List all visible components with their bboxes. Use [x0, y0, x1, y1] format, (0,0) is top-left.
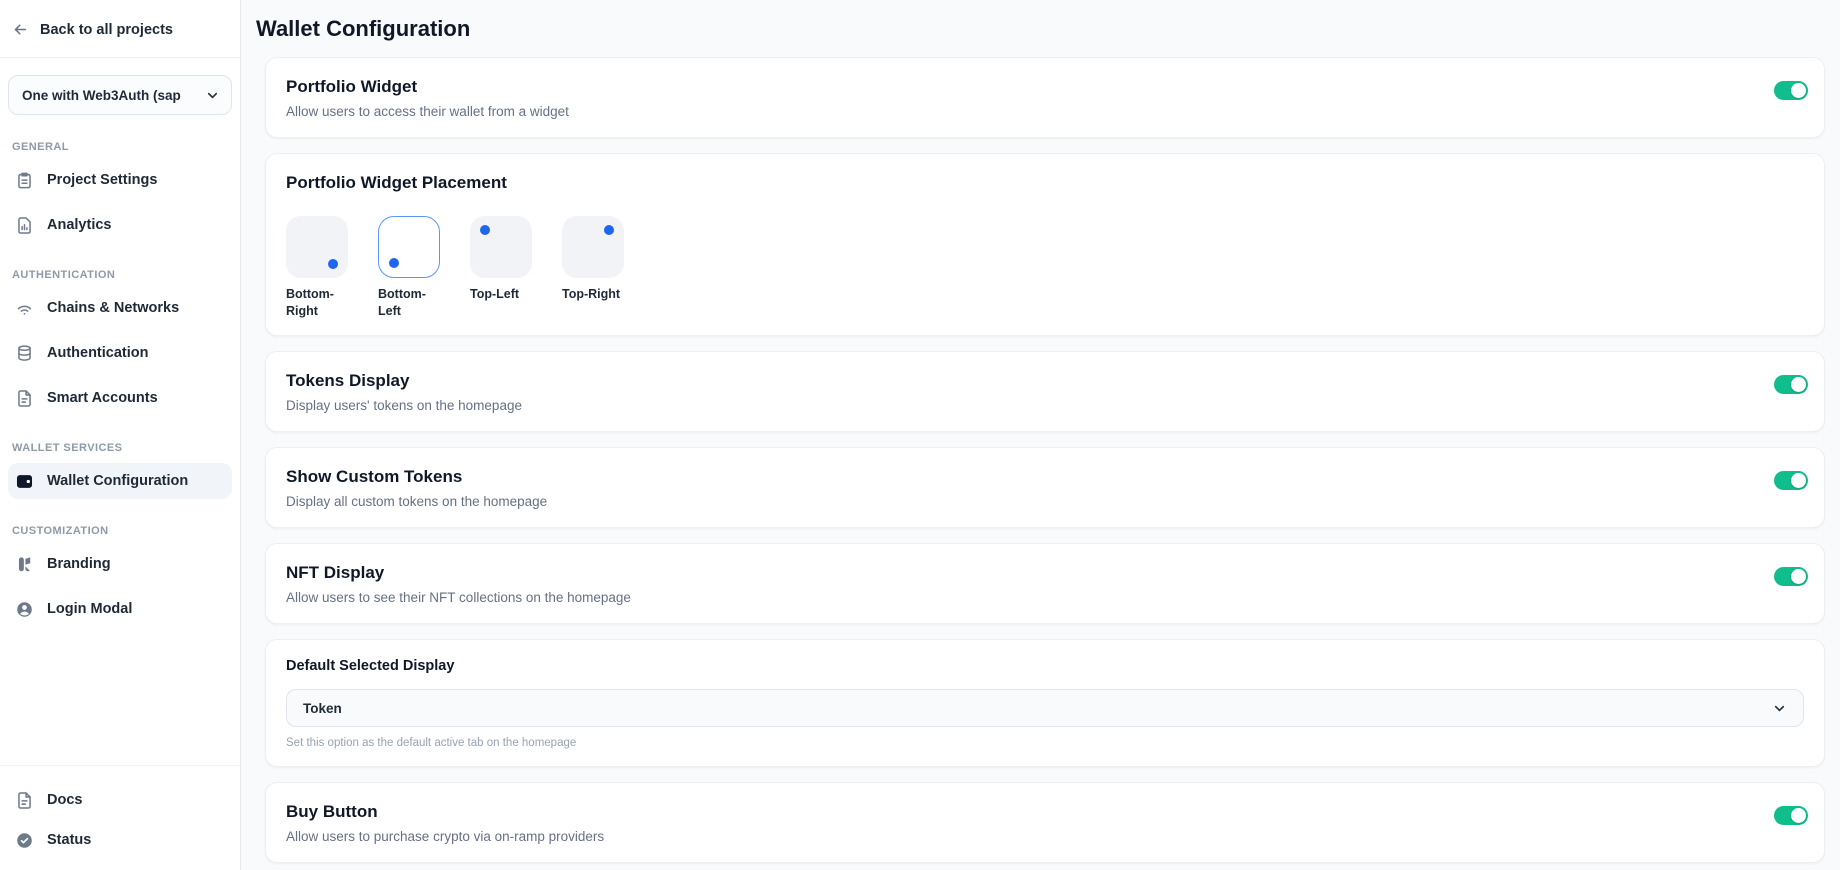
portfolio-widget-toggle[interactable] — [1774, 81, 1808, 100]
database-icon — [15, 344, 34, 363]
card-nft-display: NFT Display Allow users to see their NFT … — [265, 543, 1825, 624]
sidebar-item-label: Project Settings — [47, 172, 157, 188]
sidebar-item-authentication[interactable]: Authentication — [8, 335, 232, 371]
main-content: Wallet Configuration Portfolio Widget All… — [241, 0, 1840, 870]
sidebar-item-login-modal[interactable]: Login Modal — [8, 591, 232, 627]
sidebar-item-label: Branding — [47, 556, 111, 572]
placement-options: Bottom-Right Bottom-Left Top-Left Top-Right — [286, 216, 1804, 319]
sidebar-item-smart-accounts[interactable]: Smart Accounts — [8, 380, 232, 416]
nft-display-toggle[interactable] — [1774, 567, 1808, 586]
toggle-knob — [1791, 473, 1806, 488]
sidebar-item-branding[interactable]: Branding — [8, 546, 232, 582]
sidebar-item-analytics[interactable]: Analytics — [8, 207, 232, 243]
placement-dot — [604, 225, 614, 235]
card-title: Default Selected Display — [286, 657, 1804, 676]
sidebar: Back to all projects One with Web3Auth (… — [0, 0, 241, 870]
placement-option-top-right[interactable]: Top-Right — [562, 216, 628, 319]
section-label: WALLET SERVICES — [12, 442, 228, 454]
card-description: Allow users to purchase crypto via on-ra… — [286, 828, 1804, 846]
card-description: Display users' tokens on the homepage — [286, 397, 1804, 415]
sidebar-item-wallet-configuration[interactable]: Wallet Configuration — [8, 463, 232, 499]
section-label: CUSTOMIZATION — [12, 525, 228, 537]
placement-tile — [378, 216, 440, 278]
arrow-left-icon — [12, 21, 29, 38]
sidebar-item-label: Docs — [47, 792, 82, 808]
sidebar-item-status[interactable]: Status — [8, 822, 232, 858]
placement-option-bottom-right[interactable]: Bottom-Right — [286, 216, 352, 319]
back-to-projects-button[interactable]: Back to all projects — [0, 0, 240, 58]
sidebar-item-label: Status — [47, 832, 91, 848]
placement-option-top-left[interactable]: Top-Left — [470, 216, 536, 319]
tokens-display-toggle[interactable] — [1774, 375, 1808, 394]
placement-tile — [470, 216, 532, 278]
placement-tile — [562, 216, 624, 278]
placement-option-label: Bottom-Left — [378, 286, 442, 319]
project-selector[interactable]: One with Web3Auth (sap — [8, 75, 232, 115]
card-title: Tokens Display — [286, 369, 1804, 392]
chevron-down-icon — [1772, 701, 1787, 716]
section-label: GENERAL — [12, 141, 228, 153]
card-description: Allow users to access their wallet from … — [286, 103, 1804, 121]
sidebar-item-chains-networks[interactable]: Chains & Networks — [8, 290, 232, 326]
wallet-icon — [15, 472, 34, 491]
card-portfolio-widget-placement: Portfolio Widget PlacementBottom-RightBo… — [265, 153, 1825, 336]
placement-option-label: Bottom-Right — [286, 286, 350, 319]
card-portfolio-widget: Portfolio Widget Allow users to access th… — [265, 57, 1825, 138]
buy-button-toggle[interactable] — [1774, 806, 1808, 825]
section-label: AUTHENTICATION — [12, 269, 228, 281]
brush-icon — [15, 555, 34, 574]
project-selector-value: One with Web3Auth (sap — [22, 88, 199, 103]
placement-tile — [286, 216, 348, 278]
card-title: Show Custom Tokens — [286, 465, 1804, 488]
placement-option-label: Top-Right — [562, 286, 626, 303]
toggle-knob — [1791, 83, 1806, 98]
card-title: Buy Button — [286, 800, 1804, 823]
card-title: Portfolio Widget — [286, 75, 1804, 98]
default-selected-display-select[interactable]: Token — [286, 689, 1804, 727]
card-title: NFT Display — [286, 561, 1804, 584]
sidebar-item-label: Authentication — [47, 345, 149, 361]
back-to-projects-label: Back to all projects — [40, 22, 173, 38]
check-circle-icon — [15, 831, 34, 850]
user-circle-icon — [15, 600, 34, 619]
select-value: Token — [303, 701, 1772, 716]
settings-cards: Portfolio Widget Allow users to access th… — [265, 57, 1825, 870]
sidebar-item-project-settings[interactable]: Project Settings — [8, 162, 232, 198]
sidebar-item-label: Analytics — [47, 217, 111, 233]
placement-dot — [480, 225, 490, 235]
placement-option-label: Top-Left — [470, 286, 534, 303]
show-custom-tokens-toggle[interactable] — [1774, 471, 1808, 490]
card-default-selected-display: Default Selected Display Token Set this op… — [265, 639, 1825, 767]
sidebar-item-docs[interactable]: Docs — [8, 782, 232, 818]
analytics-icon — [15, 216, 34, 235]
page-title: Wallet Configuration — [256, 16, 1825, 42]
sidebar-footer: Docs Status — [0, 765, 240, 870]
wifi-icon — [15, 299, 34, 318]
toggle-knob — [1791, 377, 1806, 392]
clipboard-icon — [15, 171, 34, 190]
sidebar-item-label: Chains & Networks — [47, 300, 179, 316]
sidebar-nav: GENERAL Project Settings Analytics AUTHENTI… — [0, 115, 240, 765]
chevron-down-icon — [205, 88, 220, 103]
sidebar-item-label: Smart Accounts — [47, 390, 158, 406]
sidebar-item-label: Wallet Configuration — [47, 473, 188, 489]
placement-option-bottom-left[interactable]: Bottom-Left — [378, 216, 444, 319]
placement-dot — [328, 259, 338, 269]
card-tokens-display: Tokens Display Display users' tokens on t… — [265, 351, 1825, 432]
toggle-knob — [1791, 569, 1806, 584]
card-buy-button: Buy Button Allow users to purchase crypto… — [265, 782, 1825, 863]
card-description: Allow users to see their NFT collections… — [286, 589, 1804, 607]
placement-dot — [389, 258, 399, 268]
document-icon — [15, 389, 34, 408]
card-show-custom-tokens: Show Custom Tokens Display all custom tok… — [265, 447, 1825, 528]
select-helper-text: Set this option as the default active ta… — [286, 737, 1804, 750]
document-icon — [15, 791, 34, 810]
sidebar-item-label: Login Modal — [47, 601, 132, 617]
card-title: Portfolio Widget Placement — [286, 171, 1804, 194]
toggle-knob — [1791, 808, 1806, 823]
card-description: Display all custom tokens on the homepag… — [286, 493, 1804, 511]
